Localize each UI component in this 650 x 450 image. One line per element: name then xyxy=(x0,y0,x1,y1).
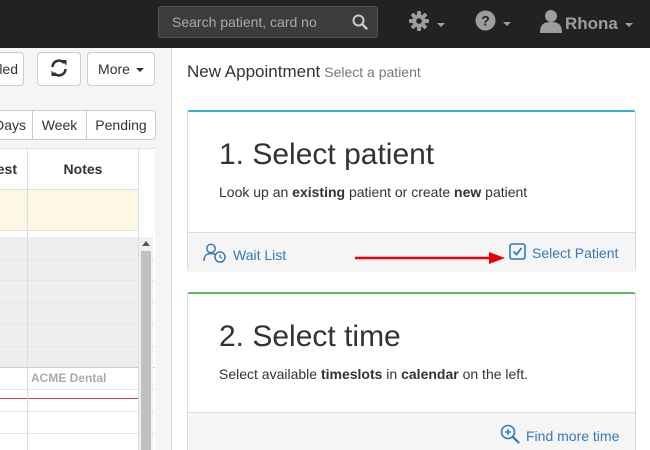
tab-pending[interactable]: Pending xyxy=(86,110,156,140)
chevron-down-icon xyxy=(437,22,445,27)
search-icon[interactable] xyxy=(352,14,368,33)
zoom-in-icon xyxy=(500,424,520,447)
step2-description: Select available timeslots in calendar o… xyxy=(219,366,528,382)
chevron-down-icon xyxy=(135,68,144,72)
calendar-event[interactable]: ACME Dental xyxy=(31,371,106,385)
patient-search-input[interactable] xyxy=(159,7,349,37)
all-day-row[interactable] xyxy=(0,189,138,231)
scrollbar-thumb[interactable] xyxy=(141,251,151,450)
gear-icon xyxy=(408,10,430,37)
page-title-text: New Appointment xyxy=(187,62,321,81)
user-name: Rhona xyxy=(565,13,618,33)
wait-list-label: Wait List xyxy=(233,246,287,263)
user-menu[interactable]: Rhona xyxy=(540,9,633,38)
scroll-up-icon[interactable] xyxy=(142,241,150,246)
calendar-panel: led More Days Week Pending est Notes ACM… xyxy=(0,48,172,450)
chevron-down-icon xyxy=(624,22,633,27)
user-icon xyxy=(540,9,562,38)
partial-button-label: led xyxy=(0,61,18,77)
settings-menu[interactable] xyxy=(408,10,445,37)
more-button-label: More xyxy=(98,61,130,77)
new-appointment-panel: New Appointment Select a patient 1. Selec… xyxy=(172,48,650,450)
step-select-patient: 1. Select patient Look up an existing pa… xyxy=(187,110,636,272)
tab-days[interactable]: Days xyxy=(0,110,33,140)
current-time-line xyxy=(0,398,138,399)
help-menu[interactable]: ? xyxy=(475,10,511,36)
tab-week[interactable]: Week xyxy=(33,110,87,140)
annotation-arrow xyxy=(355,252,505,264)
refresh-button[interactable] xyxy=(37,52,81,86)
step1-footer: Wait List Select Patient xyxy=(188,232,635,272)
page-title: New Appointment Select a patient xyxy=(187,62,421,82)
refresh-icon xyxy=(49,58,69,81)
chevron-down-icon xyxy=(503,22,511,26)
select-patient-label: Select Patient xyxy=(532,245,619,261)
svg-text:?: ? xyxy=(481,13,490,29)
column-header-partial: est xyxy=(0,161,17,177)
tab-week-label: Week xyxy=(41,117,78,133)
partial-toolbar-button[interactable]: led xyxy=(0,52,24,86)
checkbox-checked-icon xyxy=(509,243,526,263)
patient-search xyxy=(158,6,378,38)
page-subtitle: Select a patient xyxy=(324,64,421,80)
step2-footer: Find more time xyxy=(188,412,635,450)
find-more-time-label: Find more time xyxy=(526,427,620,444)
step-select-time: 2. Select time Select available timeslot… xyxy=(187,292,636,450)
select-patient-link[interactable]: Select Patient xyxy=(509,243,618,263)
question-circle-icon: ? xyxy=(475,10,496,36)
find-more-time-link[interactable]: Find more time xyxy=(500,424,619,447)
user-clock-icon xyxy=(203,243,227,266)
step1-heading: 1. Select patient xyxy=(219,138,435,171)
top-navbar: ? Rhona xyxy=(0,0,650,48)
tab-days-label: Days xyxy=(0,117,26,133)
calendar-grid: est Notes ACME Dental xyxy=(0,148,155,450)
step2-heading: 2. Select time xyxy=(219,320,401,353)
calendar-scrollbar[interactable] xyxy=(139,237,153,450)
more-dropdown-button[interactable]: More xyxy=(87,52,155,86)
wait-list-link[interactable]: Wait List xyxy=(203,243,286,266)
step1-description: Look up an existing patient or create ne… xyxy=(219,184,528,200)
tab-pending-label: Pending xyxy=(95,117,147,133)
column-header-notes: Notes xyxy=(63,161,103,177)
